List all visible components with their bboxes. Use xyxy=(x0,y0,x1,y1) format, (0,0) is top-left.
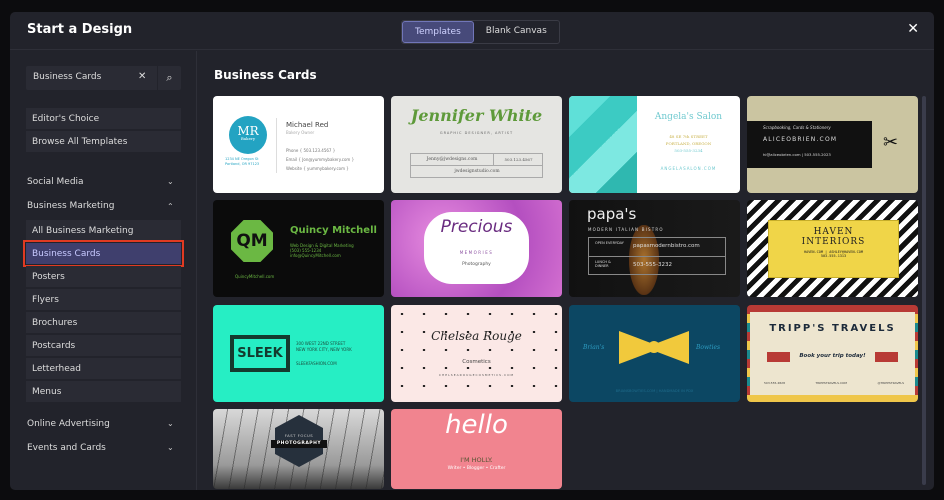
template-card-jennifer-white[interactable]: Jennifer White GRAPHIC DESIGNER, ARTIST … xyxy=(391,96,562,193)
sidebar-item-business-cards[interactable]: Business Cards xyxy=(23,240,184,267)
chevron-down-icon[interactable]: ⌄ xyxy=(167,419,174,428)
page-title: Business Cards xyxy=(214,68,317,82)
sidebar: Business Cards ✕ ⌕ Editor's Choice Brows… xyxy=(10,51,197,490)
template-card-quincy-mitchell[interactable]: QM QuincyMitchell.com Quincy Mitchell We… xyxy=(213,200,384,297)
search-icon[interactable]: ⌕ xyxy=(157,66,181,90)
mode-toggle: Templates Blank Canvas xyxy=(401,20,560,44)
template-card-sleek[interactable]: SLEEK 300 WEST 22ND STREET NEW YORK CITY,… xyxy=(213,305,384,402)
mr-logo: MR Bakery xyxy=(229,116,267,154)
template-card-brians-bowties[interactable]: Brian's Bowties BRIANSBOWTIES.COM | HAND… xyxy=(569,305,740,402)
template-grid: MR Bakery 1234 NE Oregon St Portland, OR 9… xyxy=(213,96,919,490)
modal-header: Start a Design Templates Blank Canvas ✕ xyxy=(10,12,934,50)
sidebar-item-posters[interactable]: Posters xyxy=(26,266,181,287)
scissors-icon: ✂ xyxy=(883,132,899,153)
scrollbar[interactable] xyxy=(922,96,926,485)
close-icon[interactable]: ✕ xyxy=(907,21,919,37)
clear-search-icon[interactable]: ✕ xyxy=(138,71,146,82)
start-design-modal: Start a Design Templates Blank Canvas ✕ … xyxy=(10,12,934,490)
chevron-down-icon[interactable]: ⌄ xyxy=(167,177,174,186)
template-card-precious-memories[interactable]: Precious MEMORIES Photography xyxy=(391,200,562,297)
section-social-media[interactable]: Social Media xyxy=(27,177,84,187)
search-input[interactable]: Business Cards ✕ ⌕ xyxy=(26,66,181,90)
template-card-haven-interiors[interactable]: HAVEN INTERIORS HAVEN.COM | ASHLEY@HAVEN… xyxy=(747,200,918,297)
sidebar-item-postcards[interactable]: Postcards xyxy=(26,335,181,356)
template-card-alice-obrien[interactable]: Scrapbooking, Cards & Stationery ALICEOB… xyxy=(747,96,918,193)
template-card-chelsea-rouge[interactable]: Chelsea Rouge Cosmetics CHELSEAROUGECOSM… xyxy=(391,305,562,402)
sidebar-item-browse-all[interactable]: Browse All Templates xyxy=(26,131,181,152)
modal-title: Start a Design xyxy=(27,22,133,37)
chevron-up-icon[interactable]: ⌃ xyxy=(167,202,174,211)
search-value[interactable]: Business Cards xyxy=(33,72,101,82)
chevron-down-icon[interactable]: ⌄ xyxy=(167,443,174,452)
sidebar-item-brochures[interactable]: Brochures xyxy=(26,312,181,333)
template-card-angelas-salon[interactable]: Angela's Salon 48 SE 7th STREET PORTLAND,… xyxy=(569,96,740,193)
template-card-hello-holly[interactable]: hello I'M HOLLY. Writer • Blogger • Craf… xyxy=(391,409,562,489)
geometric-pattern xyxy=(569,96,637,193)
section-business-marketing[interactable]: Business Marketing xyxy=(27,201,114,211)
sidebar-item-menus[interactable]: Menus xyxy=(26,381,181,402)
section-online-advertising[interactable]: Online Advertising xyxy=(27,419,110,429)
tab-blank-canvas[interactable]: Blank Canvas xyxy=(474,21,559,43)
template-card-michael-red[interactable]: MR Bakery 1234 NE Oregon St Portland, OR 9… xyxy=(213,96,384,193)
tab-templates[interactable]: Templates xyxy=(402,21,474,43)
section-events-and-cards[interactable]: Events and Cards xyxy=(27,443,106,453)
template-card-tripps-travels[interactable]: TRIPP'S TRAVELS Book your trip today! 50… xyxy=(747,305,918,402)
sidebar-item-flyers[interactable]: Flyers xyxy=(26,289,181,310)
template-card-fast-focus-photography[interactable]: FAST FOCUS PHOTOGRAPHY xyxy=(213,409,384,489)
sidebar-item-letterhead[interactable]: Letterhead xyxy=(26,358,181,379)
template-card-papas-bistro[interactable]: papa's MODERN ITALIAN BISTRO OPEN EVERYD… xyxy=(569,200,740,297)
sidebar-item-all-business-marketing[interactable]: All Business Marketing xyxy=(26,220,181,241)
sidebar-item-editors-choice[interactable]: Editor's Choice xyxy=(26,108,181,129)
